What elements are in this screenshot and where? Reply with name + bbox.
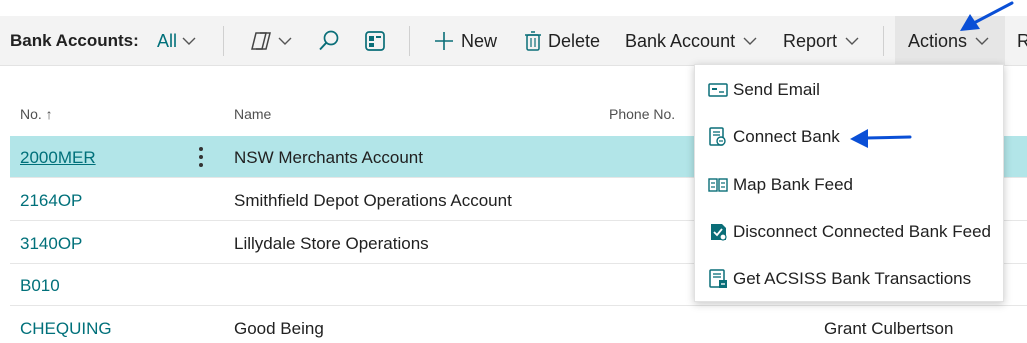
table-row[interactable]: CHEQUING Good Being Grant Culbertson	[10, 307, 1027, 343]
bank-transactions-icon	[709, 269, 727, 288]
report-menu-button[interactable]: Report	[783, 16, 859, 66]
account-no-link[interactable]: 2000MER	[20, 148, 96, 168]
menu-item-send-email[interactable]: Send Email	[695, 66, 1003, 113]
delete-button[interactable]: Delete	[525, 16, 600, 66]
annotation-arrow-icon	[850, 129, 912, 148]
new-button[interactable]: New	[434, 16, 497, 66]
action-bar: Bank Accounts: All New Delete Bank Accou…	[0, 16, 1027, 66]
toolbar-separator	[223, 26, 224, 56]
actions-dropdown-menu: Send Email Connect Bank Map Bank Feed Di…	[694, 64, 1004, 302]
chevron-down-icon	[182, 37, 196, 45]
bank-account-menu-label: Bank Account	[625, 30, 736, 51]
account-no-link[interactable]: 2164OP	[20, 191, 82, 211]
account-name: Lillydale Store Operations	[234, 234, 429, 253]
trash-icon	[525, 31, 541, 51]
report-menu-label: Report	[783, 30, 838, 51]
account-contact: Grant Culbertson	[824, 319, 954, 338]
plus-icon	[435, 32, 453, 50]
new-button-label: New	[461, 30, 498, 51]
top-strip	[0, 0, 1027, 16]
copilot-button[interactable]	[250, 16, 292, 66]
search-icon	[319, 30, 339, 51]
chevron-down-icon	[975, 37, 989, 45]
toolbar-separator	[409, 26, 410, 56]
menu-item-label: Send Email	[733, 80, 820, 99]
annotation-arrow-icon	[960, 1, 1014, 31]
menu-item-label: Connect Bank	[733, 127, 840, 146]
account-no-link[interactable]: CHEQUING	[20, 319, 112, 339]
view-filter-button[interactable]: All	[157, 16, 196, 66]
chevron-down-icon	[278, 37, 292, 45]
view-filter-label: All	[157, 30, 178, 51]
bank-account-menu-button[interactable]: Bank Account	[625, 16, 757, 66]
page-title: Bank Accounts:	[10, 31, 139, 50]
column-header-name[interactable]: Name	[234, 106, 271, 122]
menu-item-get-bank-transactions[interactable]: Get ACSISS Bank Transactions	[695, 255, 1003, 302]
column-header-no[interactable]: No. ↑	[20, 106, 53, 122]
menu-item-label: Get ACSISS Bank Transactions	[733, 269, 972, 288]
account-name: NSW Merchants Account	[234, 148, 423, 167]
toolbar-separator	[883, 26, 884, 56]
chevron-down-icon	[743, 37, 757, 45]
copilot-icon	[251, 32, 271, 50]
filter-pane-button[interactable]	[364, 16, 386, 66]
map-feed-icon	[708, 178, 728, 192]
column-header-phone[interactable]: Phone No.	[609, 106, 675, 122]
menu-item-disconnect-bank-feed[interactable]: Disconnect Connected Bank Feed	[695, 208, 1003, 255]
account-no-link[interactable]: 3140OP	[20, 234, 82, 254]
account-name: Smithfield Depot Operations Account	[234, 191, 512, 210]
filter-pane-icon	[365, 31, 385, 51]
delete-button-label: Delete	[548, 30, 601, 51]
account-name: Good Being	[234, 319, 324, 338]
menu-item-label: Disconnect Connected Bank Feed	[733, 222, 991, 241]
row-actions-icon[interactable]	[197, 146, 205, 168]
search-button[interactable]	[318, 16, 340, 66]
chevron-down-icon	[845, 37, 859, 45]
disconnect-feed-icon	[711, 224, 727, 241]
account-no-link[interactable]: B010	[20, 276, 60, 296]
menu-item-map-bank-feed[interactable]: Map Bank Feed	[695, 161, 1003, 208]
email-icon	[708, 83, 728, 97]
connect-bank-icon	[709, 127, 726, 146]
menu-item-label: Map Bank Feed	[733, 175, 854, 194]
